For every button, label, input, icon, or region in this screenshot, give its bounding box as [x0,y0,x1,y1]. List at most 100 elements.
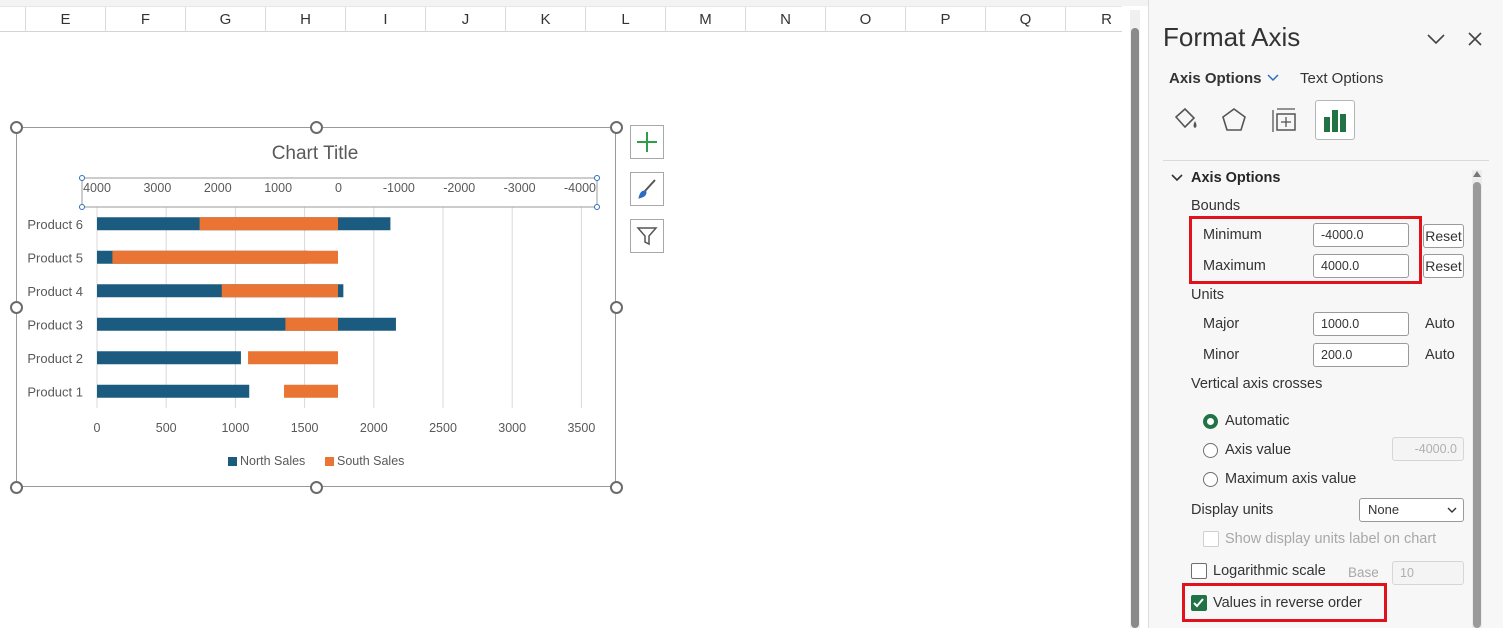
pane-scroll-thumb[interactable] [1473,182,1481,628]
show-display-units-label[interactable]: Show display units label on chart [1225,531,1436,547]
scroll-up-arrow-icon[interactable] [1473,170,1481,178]
pane-vertical-scrollbar[interactable] [1472,170,1482,628]
chart-styles-button[interactable] [630,172,664,206]
sheet-scroll-thumb[interactable] [1131,28,1139,628]
chart-elements-button[interactable] [630,125,664,159]
fill-line-button[interactable] [1165,100,1205,140]
bottom-axis-tick-label: 2000 [360,421,388,435]
show-display-units-checkbox[interactable] [1203,531,1219,547]
column-header-o[interactable]: O [826,7,906,32]
top-axis-tick-label: 0 [335,181,342,195]
bar-south-sales [199,217,338,231]
bottom-axis-tick-label: 500 [156,421,177,435]
major-auto-label[interactable]: Auto [1425,316,1455,332]
display-units-label: Display units [1191,502,1274,518]
resize-handle-top-left[interactable] [10,121,23,134]
column-header-p[interactable]: P [906,7,986,32]
resize-handle-bottom-left[interactable] [10,481,23,494]
bottom-axis-tick-label: 2500 [429,421,457,435]
top-axis-tick-label: -3000 [504,181,536,195]
pane-title: Format Axis [1163,22,1301,52]
category-label: Product 5 [27,250,83,265]
pane-close-button[interactable] [1464,28,1486,50]
top-axis-selection-handle [594,175,600,181]
resize-handle-bottom-middle[interactable] [310,481,323,494]
top-axis-tick-label: -1000 [383,181,415,195]
pane-options-button[interactable] [1425,28,1447,50]
category-label: Product 1 [27,384,83,399]
chart-filters-button[interactable] [630,219,664,253]
tab-axis-options[interactable]: Axis Options [1169,70,1262,87]
plus-icon [637,132,657,152]
size-properties-button[interactable] [1265,100,1305,140]
radio-axis-value[interactable] [1203,443,1218,458]
log-base-input[interactable]: 10 [1392,561,1464,585]
bottom-axis-tick-label: 3500 [567,421,595,435]
major-unit-input[interactable]: 1000.0 [1313,312,1409,336]
base-label: Base [1348,565,1379,580]
top-axis-tick-label: 1000 [264,181,292,195]
bounds-label: Bounds [1191,198,1241,214]
tab-dropdown-chevron-icon[interactable] [1267,74,1279,82]
top-axis-tick-label: -4000 [564,181,596,195]
axis-value-input[interactable]: -4000.0 [1392,437,1464,461]
bar-south-sales [284,384,338,398]
bar-south-sales [285,317,338,331]
tab-text-options[interactable]: Text Options [1300,70,1383,87]
display-units-select[interactable]: None [1359,498,1464,522]
chevron-down-icon [1447,507,1457,513]
section-axis-options-header[interactable]: Axis Options [1191,170,1280,186]
chart-plot: Chart Title 0 500 1000 1500 2000 2500 3000 3500 4… [27,143,600,468]
close-icon [1468,32,1482,46]
bar-south-sales [248,351,338,365]
bar-chart-icon [1324,110,1346,132]
bar-south-sales [221,284,338,298]
column-header-n[interactable]: N [746,7,826,32]
bounds-highlight-box [1189,216,1422,284]
legend-label-north-sales: North Sales [240,454,305,468]
top-axis-tick-label: 2000 [204,181,232,195]
paint-bucket-icon [1174,107,1197,129]
bottom-axis-tick-label: 1500 [291,421,319,435]
category-label: Product 2 [27,351,83,366]
maximum-reset-button[interactable]: Reset [1423,254,1464,278]
resize-handle-middle-right[interactable] [610,301,623,314]
minimum-reset-button[interactable]: Reset [1423,224,1464,248]
axis-options-button[interactable] [1315,100,1355,140]
logarithmic-scale-checkbox[interactable] [1191,563,1207,579]
radio-maximum-axis-value[interactable] [1203,472,1218,487]
legend-label-south-sales: South Sales [337,454,404,468]
top-axis-selection-handle [594,204,600,210]
chart-title: Chart Title [272,143,359,164]
excel-window: E F G H I J K L M N O P Q R Chart Title 0… [0,0,1503,628]
minor-auto-label[interactable]: Auto [1425,347,1455,363]
legend-swatch-north-sales [228,457,237,466]
category-label: Product 6 [27,217,83,232]
major-label: Major [1203,316,1240,332]
top-axis-tick-label: 3000 [143,181,171,195]
chevron-down-icon [1427,34,1445,45]
radio-automatic-label[interactable]: Automatic [1225,413,1289,429]
resize-handle-middle-left[interactable] [10,301,23,314]
section-collapse-chevron-icon[interactable] [1171,173,1183,183]
radio-axis-value-label[interactable]: Axis value [1225,442,1291,458]
logarithmic-scale-label[interactable]: Logarithmic scale [1213,563,1326,579]
bar-south-sales [112,250,339,264]
radio-automatic[interactable] [1203,414,1218,429]
resize-handle-bottom-right[interactable] [610,481,623,494]
filter-icon [636,227,658,246]
top-axis-tick-label: 4000 [83,181,111,195]
effects-button[interactable] [1214,100,1254,140]
column-header-r[interactable]: R [1066,7,1122,32]
resize-handle-top-middle[interactable] [310,121,323,134]
radio-maximum-axis-value-label[interactable]: Maximum axis value [1225,471,1356,487]
bottom-axis-tick-label: 1000 [221,421,249,435]
minor-unit-input[interactable]: 200.0 [1313,343,1409,367]
top-axis-tick-label: -2000 [443,181,475,195]
resize-handle-top-right[interactable] [610,121,623,134]
column-header-q[interactable]: Q [986,7,1066,32]
sheet-vertical-scrollbar[interactable] [1130,10,1140,628]
display-units-value: None [1368,502,1400,517]
size-properties-icon [1272,108,1296,132]
pentagon-icon [1222,108,1246,131]
